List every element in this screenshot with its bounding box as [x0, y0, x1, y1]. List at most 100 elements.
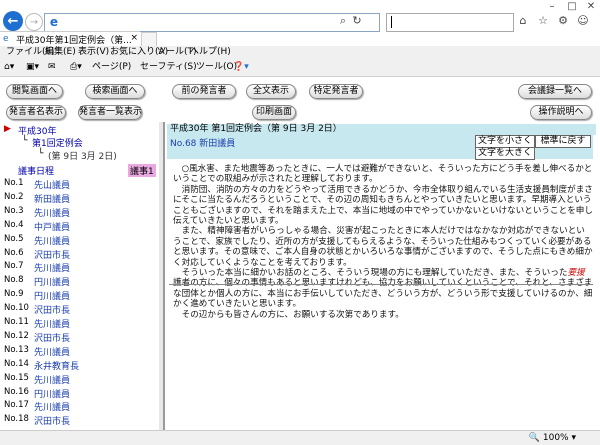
tree-session[interactable]: 第1回定例会: [32, 136, 83, 149]
speaker-row-link[interactable]: 先川議員: [34, 345, 70, 358]
speaker-row-link[interactable]: 永井教育長: [34, 359, 79, 372]
speaker-row-number: No.1: [4, 178, 24, 188]
menu-view[interactable]: 表示(V): [78, 46, 109, 59]
maximize-icon[interactable]: □: [565, 0, 579, 14]
speaker-row-number: No.3: [4, 205, 24, 216]
speaker-row-number: No.7: [4, 261, 24, 272]
zoom-level[interactable]: 🔍 100% ▾: [529, 432, 576, 444]
font-larger-button[interactable]: 文字を大きく: [475, 147, 535, 160]
ie-icon: e: [49, 15, 59, 29]
menu-edit[interactable]: 編集(E): [45, 46, 76, 59]
speaker-row-number: No.16: [4, 386, 29, 397]
speaker-row-number: No.4: [4, 219, 24, 230]
speaker-row-number: No.2: [4, 191, 24, 202]
speaker-row-number: No.17: [4, 400, 29, 411]
font-reset-button[interactable]: 標準に戻す: [535, 135, 591, 148]
tab-title: 平成30年第1回定例会（第...: [16, 36, 132, 46]
zoom-icon: 🔍: [528, 433, 543, 443]
page-menu[interactable]: ページ(P): [92, 61, 131, 74]
feed-icon[interactable]: ▣▾: [26, 61, 39, 74]
tab-page-icon: e: [3, 34, 9, 44]
speaker-label: No.68 新田議員: [170, 139, 236, 149]
home-icon[interactable]: ⌂: [516, 14, 530, 28]
safety-menu[interactable]: セーフティ(S): [140, 61, 197, 74]
refresh-icon[interactable]: ↻: [350, 14, 364, 28]
speaker-row-link[interactable]: 中戸議員: [34, 220, 70, 233]
command-bar: ⌂▾ ▣▾ ✉ ⎙▾ ページ(P) セーフティ(S) ツール(O) ❓▾: [0, 59, 600, 77]
speech-text: ○風水害、また地震等あったときに、一人では避難ができないと、そういった方にどう手…: [173, 164, 593, 320]
address-bar[interactable]: e: [44, 13, 380, 32]
search-dropdown-icon[interactable]: ⌕: [336, 14, 350, 28]
speaker-row-number: No.8: [4, 275, 24, 286]
speech-paragraph: そういった本当に細かいお話のところ、そういう現場の方にも理解していただき、また、…: [173, 268, 593, 310]
speech-paragraph: また、精神障害者がいらっしゃる場合、災害が起こったときに本人だけではなかなか対応…: [173, 226, 593, 268]
agenda-badge: 議事1: [128, 164, 156, 177]
menu-help[interactable]: ヘルプ(H): [190, 46, 231, 59]
speaker-row-link[interactable]: 先川議員: [34, 317, 70, 330]
tree-branch-icon: └: [22, 136, 28, 146]
speaker-row-number: No.14: [4, 358, 29, 369]
speaker-row-link[interactable]: 新田議員: [34, 192, 70, 205]
speaker-row-number: No.12: [4, 330, 29, 341]
speaker-row-link[interactable]: 円川議員: [34, 387, 70, 400]
favorites-star-icon[interactable]: ☆: [536, 14, 550, 28]
back-button[interactable]: ←: [3, 11, 23, 31]
meeting-list-button[interactable]: 会議録一覧へ: [518, 84, 592, 99]
search-screen-button[interactable]: 検索画面へ: [85, 84, 145, 99]
speaker-row-link[interactable]: 円川議員: [34, 289, 70, 302]
menu-bar: ファイル(F) 編集(E) 表示(V) お気に入り(A) ツール(T) ヘルプ(…: [0, 46, 600, 59]
search-input[interactable]: [386, 13, 514, 32]
speaker-row-link[interactable]: 沢田市長: [34, 303, 70, 316]
tools-menu[interactable]: ツール(O): [196, 61, 237, 74]
browser-tab[interactable]: e 平成30年第1回定例会（第... ×: [0, 31, 140, 47]
browser-top-bar: ← → e ⌕ ↻ ⌂ ☆ ⚙ ☺ – □ ✕ e 平成30年第1回定例会（第.…: [0, 0, 600, 47]
agenda-link[interactable]: 議事日程: [18, 164, 54, 177]
highlight-term: 要援: [567, 268, 585, 279]
tree-date[interactable]: (第 9日 3月 2日): [48, 149, 117, 162]
minimize-icon[interactable]: –: [545, 0, 559, 14]
specific-speaker-button[interactable]: 特定発言者: [309, 84, 363, 99]
tab-close-icon[interactable]: ×: [130, 33, 138, 43]
speaker-row-link[interactable]: 円川議員: [34, 275, 70, 288]
operation-help-button[interactable]: 操作説明へ: [530, 105, 592, 120]
settings-gear-icon[interactable]: ⚙: [556, 14, 570, 28]
show-all-button[interactable]: 全文表示: [246, 84, 296, 99]
forward-button[interactable]: →: [25, 13, 43, 31]
navigation-pane: ▶ 平成30年 └ 第1回定例会 └ (第 9日 3月 2日) 議事日程 議事1…: [0, 122, 165, 430]
speaker-row-number: No.11: [4, 317, 29, 327]
speaker-row-link[interactable]: 先川議員: [34, 400, 70, 413]
speaker-row-link[interactable]: 沢田市長: [34, 331, 70, 344]
speaker-row-link[interactable]: 先川議員: [34, 373, 70, 386]
speaker-row-number: No.9: [4, 289, 24, 300]
speaker-list-button[interactable]: 発言者一覧表示: [78, 105, 142, 120]
speaker-row-link[interactable]: 先川議員: [34, 234, 70, 247]
left-scrollbar[interactable]: [159, 122, 163, 430]
meeting-title: 平成30年 第1回定例会（第 9日 3月 2日）: [167, 124, 596, 135]
tree-expand-icon[interactable]: ▶: [4, 124, 11, 134]
speaker-row-number: No.5: [4, 233, 24, 244]
app-toolbar: 閲覧画面へ 検索画面へ 前の発言者 全文表示 特定発言者 会議録一覧へ 発言者名…: [0, 77, 600, 122]
speaker-row-link[interactable]: 先川議員: [34, 261, 70, 274]
print-icon[interactable]: ⎙▾: [70, 61, 82, 74]
speaker-row-link[interactable]: 沢田市長: [34, 414, 70, 427]
speaker-row-link[interactable]: 先山議員: [34, 178, 70, 191]
home-cmd-icon[interactable]: ⌂▾: [4, 61, 14, 74]
speaker-row-number: No.15: [4, 372, 29, 383]
speaker-row-number: No.10: [4, 303, 29, 314]
print-screen-button[interactable]: 印刷画面: [252, 105, 296, 120]
speaker-row-link[interactable]: 先川議員: [34, 206, 70, 219]
speaker-row-number: No.13: [4, 344, 29, 355]
top-page-button[interactable]: 閲覧画面へ: [6, 84, 63, 99]
show-speaker-names-button[interactable]: 発言者名表示: [6, 105, 66, 120]
mail-icon[interactable]: ✉: [48, 61, 56, 74]
speech-paragraph: ○風水害、また地震等あったときに、一人では避難ができないと、そういった方にどう手…: [173, 164, 593, 185]
help-icon[interactable]: ❓▾: [233, 61, 249, 74]
close-window-icon[interactable]: ✕: [584, 0, 598, 14]
speaker-bar: No.68 新田議員 文字を小さく 標準に戻す 文字を大きく: [167, 135, 593, 160]
new-tab-button[interactable]: [141, 32, 157, 47]
prev-speaker-button[interactable]: 前の発言者: [172, 84, 236, 99]
smiley-icon[interactable]: ☺: [576, 14, 590, 28]
speech-paragraph: その辺からも皆さんの方に、お願いする次第であります。: [173, 309, 404, 320]
speaker-row-link[interactable]: 沢田市長: [34, 248, 70, 261]
divider: [169, 284, 593, 285]
